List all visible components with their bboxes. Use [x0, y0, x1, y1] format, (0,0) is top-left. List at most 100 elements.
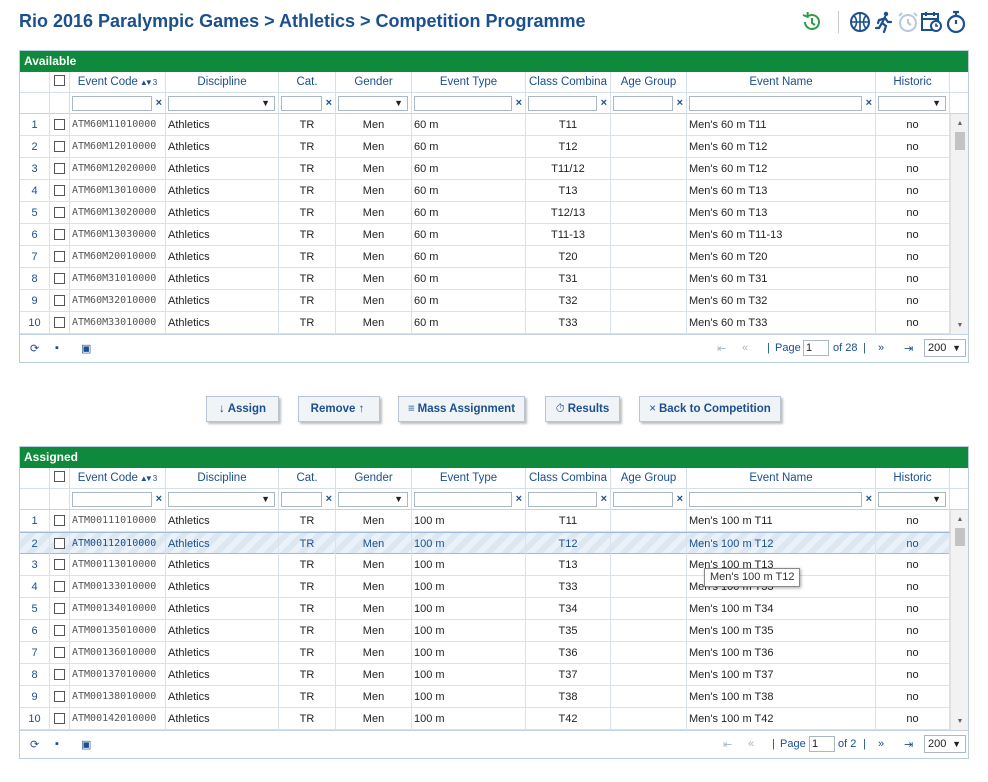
cell-chk[interactable]	[50, 708, 70, 730]
calendar-clock-icon[interactable]	[920, 10, 944, 34]
cell-chk[interactable]	[50, 136, 70, 158]
cell-chk[interactable]	[50, 686, 70, 708]
column-header-gender[interactable]: Gender	[336, 72, 412, 93]
filter-input-age[interactable]	[613, 492, 673, 507]
clear-filter-icon[interactable]: ×	[601, 492, 607, 507]
table-row[interactable]: 8 ATM00137010000 Athletics TR Men 100 m T37 Men…	[20, 664, 950, 686]
results-button[interactable]: ⏱ Results	[545, 396, 620, 422]
clear-filter-icon[interactable]: ×	[601, 96, 607, 111]
row-checkbox[interactable]	[54, 118, 65, 130]
filter-input-class[interactable]	[528, 492, 597, 507]
row-checkbox[interactable]	[54, 602, 65, 614]
clear-filter-icon[interactable]: ×	[516, 96, 522, 111]
row-checkbox[interactable]	[54, 668, 65, 680]
row-checkbox[interactable]	[54, 537, 65, 549]
column-header-chk[interactable]	[50, 468, 70, 489]
column-header-chk[interactable]	[50, 72, 70, 93]
column-header-code[interactable]: Event Code ▲▼ 3	[70, 72, 166, 93]
runner-icon[interactable]	[872, 10, 896, 34]
refresh-icon[interactable]: ⟳	[30, 342, 39, 355]
cell-chk[interactable]	[50, 202, 70, 224]
select-all-checkbox[interactable]	[54, 471, 65, 483]
filter-input-type[interactable]	[414, 96, 512, 111]
first-page-icon[interactable]: ⇤	[723, 738, 732, 751]
select-all-checkbox[interactable]	[54, 75, 65, 87]
stopwatch-icon[interactable]	[944, 10, 968, 34]
page-size-select[interactable]: 200 ▼	[924, 735, 966, 753]
column-header-discipline[interactable]: Discipline	[166, 72, 279, 93]
row-checkbox[interactable]	[54, 514, 65, 526]
column-header-discipline[interactable]: Discipline	[166, 468, 279, 489]
vertical-scrollbar[interactable]: ▲ ▼	[950, 510, 968, 730]
back-to-competition-button[interactable]: × Back to Competition	[639, 396, 781, 422]
remove-button[interactable]: Remove ↑	[298, 396, 380, 422]
column-header-historic[interactable]: Historic	[876, 72, 950, 93]
table-row[interactable]: 1 ATM00111010000 Athletics TR Men 100 m T11 Men…	[20, 510, 950, 532]
column-header-age[interactable]: Age Group	[611, 468, 687, 489]
table-row[interactable]: 2 ATM00112010000 Athletics TR Men 100 m T12 Men…	[20, 532, 950, 555]
filter-input-age[interactable]	[613, 96, 673, 111]
scroll-up-icon[interactable]: ▲	[951, 118, 968, 130]
column-header-type[interactable]: Event Type	[412, 72, 526, 93]
column-header-name[interactable]: Event Name	[687, 468, 876, 489]
filter-select-historic[interactable]: ▼	[878, 96, 946, 111]
cell-chk[interactable]	[50, 510, 70, 532]
cell-chk[interactable]	[50, 598, 70, 620]
table-row[interactable]: 8 ATM60M31010000 Athletics TR Men 60 m T31 Men'…	[20, 268, 950, 290]
first-page-icon[interactable]: ⇤	[717, 342, 726, 355]
table-row[interactable]: 4 ATM00133010000 Athletics TR Men 100 m T33 Men…	[20, 576, 950, 598]
basketball-icon[interactable]	[848, 10, 872, 34]
next-page-icon[interactable]: »	[878, 342, 884, 354]
cell-chk[interactable]	[50, 642, 70, 664]
history-icon[interactable]	[800, 10, 824, 34]
column-header-historic[interactable]: Historic	[876, 468, 950, 489]
prev-page-icon[interactable]: «	[742, 342, 748, 354]
table-row[interactable]: 4 ATM60M13010000 Athletics TR Men 60 m T13 Men'…	[20, 180, 950, 202]
table-row[interactable]: 9 ATM00138010000 Athletics TR Men 100 m T38 Men…	[20, 686, 950, 708]
scroll-down-icon[interactable]: ▼	[951, 716, 968, 728]
print-icon[interactable]: ▪	[55, 738, 59, 750]
scroll-thumb[interactable]	[955, 132, 965, 150]
filter-select-historic[interactable]: ▼	[878, 492, 946, 507]
table-row[interactable]: 2 ATM60M12010000 Athletics TR Men 60 m T12 Men'…	[20, 136, 950, 158]
cell-chk[interactable]	[50, 533, 70, 555]
table-row[interactable]: 3 ATM00113010000 Athletics TR Men 100 m T13 Men…	[20, 554, 950, 576]
cell-chk[interactable]	[50, 180, 70, 202]
filter-select-gender[interactable]: ▼	[338, 492, 408, 507]
row-checkbox[interactable]	[54, 580, 65, 592]
sort-icon[interactable]: ▲▼	[140, 78, 153, 87]
table-row[interactable]: 7 ATM00136010000 Athletics TR Men 100 m T36 Men…	[20, 642, 950, 664]
row-checkbox[interactable]	[54, 646, 65, 658]
cell-chk[interactable]	[50, 158, 70, 180]
column-header-age[interactable]: Age Group	[611, 72, 687, 93]
column-header-class[interactable]: Class Combina	[526, 72, 611, 93]
save-icon[interactable]: ▣	[81, 342, 91, 355]
table-row[interactable]: 6 ATM00135010000 Athletics TR Men 100 m T35 Men…	[20, 620, 950, 642]
vertical-scrollbar[interactable]: ▲ ▼	[950, 114, 968, 334]
page-number-input[interactable]: 1	[803, 340, 829, 356]
clear-filter-icon[interactable]: ×	[516, 492, 522, 507]
scroll-thumb[interactable]	[955, 528, 965, 546]
clear-filter-icon[interactable]: ×	[677, 492, 683, 507]
cell-chk[interactable]	[50, 576, 70, 598]
column-header-name[interactable]: Event Name	[687, 72, 876, 93]
filter-select-discipline[interactable]: ▼	[168, 96, 275, 111]
filter-input-name[interactable]	[689, 492, 862, 507]
save-icon[interactable]: ▣	[81, 738, 91, 751]
cell-chk[interactable]	[50, 620, 70, 642]
table-row[interactable]: 5 ATM60M13020000 Athletics TR Men 60 m T12/13 M…	[20, 202, 950, 224]
last-page-icon[interactable]: ⇥	[904, 342, 913, 355]
row-checkbox[interactable]	[54, 712, 65, 724]
cell-chk[interactable]	[50, 664, 70, 686]
column-header-cat[interactable]: Cat.	[279, 72, 336, 93]
filter-input-code[interactable]	[72, 96, 152, 111]
table-row[interactable]: 10 ATM00142010000 Athletics TR Men 100 m T42 Me…	[20, 708, 950, 730]
row-checkbox[interactable]	[54, 294, 65, 306]
next-page-icon[interactable]: »	[878, 738, 884, 750]
page-size-select[interactable]: 200 ▼	[924, 339, 966, 357]
filter-select-discipline[interactable]: ▼	[168, 492, 275, 507]
clear-filter-icon[interactable]: ×	[866, 96, 872, 111]
clear-filter-icon[interactable]: ×	[156, 492, 162, 507]
table-row[interactable]: 6 ATM60M13030000 Athletics TR Men 60 m T11-13 M…	[20, 224, 950, 246]
row-checkbox[interactable]	[54, 624, 65, 636]
